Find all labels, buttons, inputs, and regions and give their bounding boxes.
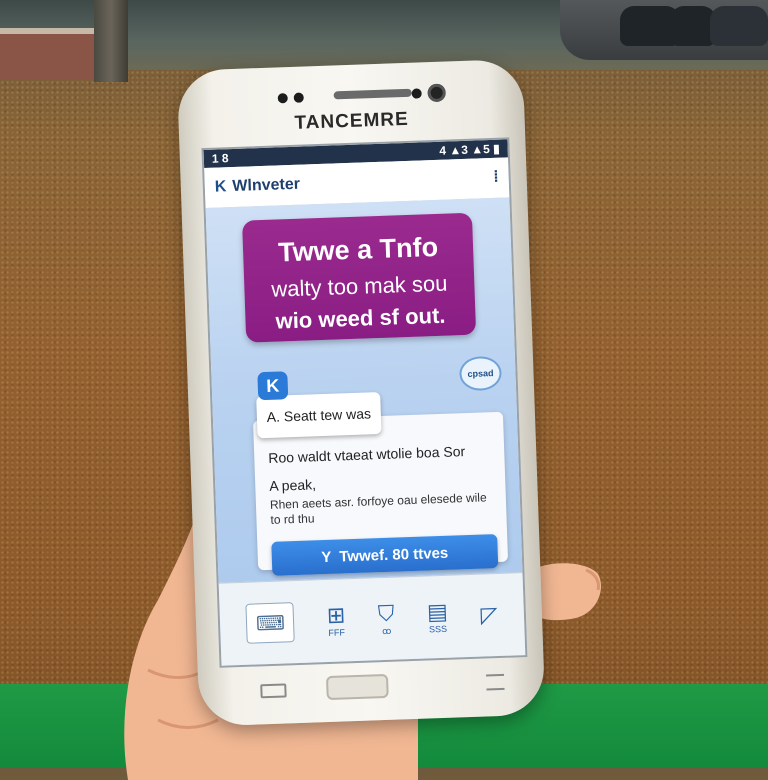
bookmark-icon: ⊞ (326, 602, 346, 628)
background-wall-trim (0, 28, 100, 34)
card-line-1: Roo waldt vtaeat wtolie boa Sor (268, 443, 466, 466)
bottom-dock: ⌨ ⊞ FFF ⛉ ꝏ ▤ SSS ◸ (218, 572, 526, 666)
promo-line-3: wio weed sf out. (275, 302, 446, 334)
dock-item-keyboard[interactable]: ⌨ (245, 602, 296, 644)
app-name: Wlnveter (232, 175, 301, 196)
status-icons: 4 ▲3 ▲5 ▮ (439, 141, 500, 158)
phone-screen: 1 8 4 ▲3 ▲5 ▮ K Wlnveter ⁞ Twwe a Tnfo w… (201, 137, 528, 668)
dock-label: ꝏ (381, 625, 392, 636)
parked-car (710, 6, 768, 46)
home-button[interactable] (325, 673, 389, 701)
dock-item-send[interactable]: ◸ (480, 602, 498, 628)
background-wall (0, 28, 100, 80)
dock-label: FFF (328, 627, 346, 638)
dock-item-shirt[interactable]: ⛉ ꝏ (377, 600, 395, 637)
shirt-icon: ⛉ (377, 600, 395, 626)
recent-apps-button[interactable] (260, 683, 287, 699)
app-logo-icon: K (214, 178, 227, 196)
back-button[interactable] (486, 673, 505, 691)
dock-item-bookmark[interactable]: ⊞ FFF (326, 602, 346, 638)
dock-label: SSS (428, 623, 448, 635)
app-content: Twwe a Tnfo walty too mak sou wio weed s… (205, 197, 526, 666)
app-badge-icon[interactable]: K (257, 371, 289, 401)
inbox-icon: ▤ (426, 598, 449, 625)
background-parked-cars (560, 0, 768, 60)
phone-brand: TANCEMRE (294, 108, 410, 134)
front-sensor (293, 92, 304, 103)
promo-banner[interactable]: Twwe a Tnfo walty too mak sou wio weed s… (242, 212, 477, 343)
earpiece-speaker (333, 88, 412, 100)
send-icon: ◸ (480, 602, 498, 628)
chat-bubble-icon[interactable]: cpsad (458, 355, 503, 392)
action-icon: Y (321, 548, 332, 566)
front-sensor (277, 93, 288, 104)
dock-item-inbox[interactable]: ▤ SSS (426, 598, 449, 635)
overflow-menu-icon[interactable]: ⁞ (493, 169, 499, 187)
keyboard-icon: ⌨ (245, 602, 296, 644)
thumb (536, 563, 602, 621)
smartphone: TANCEMRE 1 8 4 ▲3 ▲5 ▮ K Wlnveter ⁞ Twwe… (176, 58, 546, 727)
promo-line-1: Twwe a Tnfo (277, 231, 439, 268)
primary-action-button[interactable]: Y Twwef. 80 ttves (271, 534, 499, 576)
front-sensor (411, 88, 422, 99)
front-camera (427, 83, 446, 103)
action-label: Twwef. 80 ttves (339, 544, 449, 566)
card-line-3: Rhen aeets asr. forfoye oau elesede wile… (269, 490, 487, 527)
background-pillar (94, 0, 128, 82)
promo-line-2: walty too mak sou (270, 270, 448, 302)
status-left: 1 8 (211, 151, 229, 166)
card-line-2: A peak, (269, 476, 317, 494)
